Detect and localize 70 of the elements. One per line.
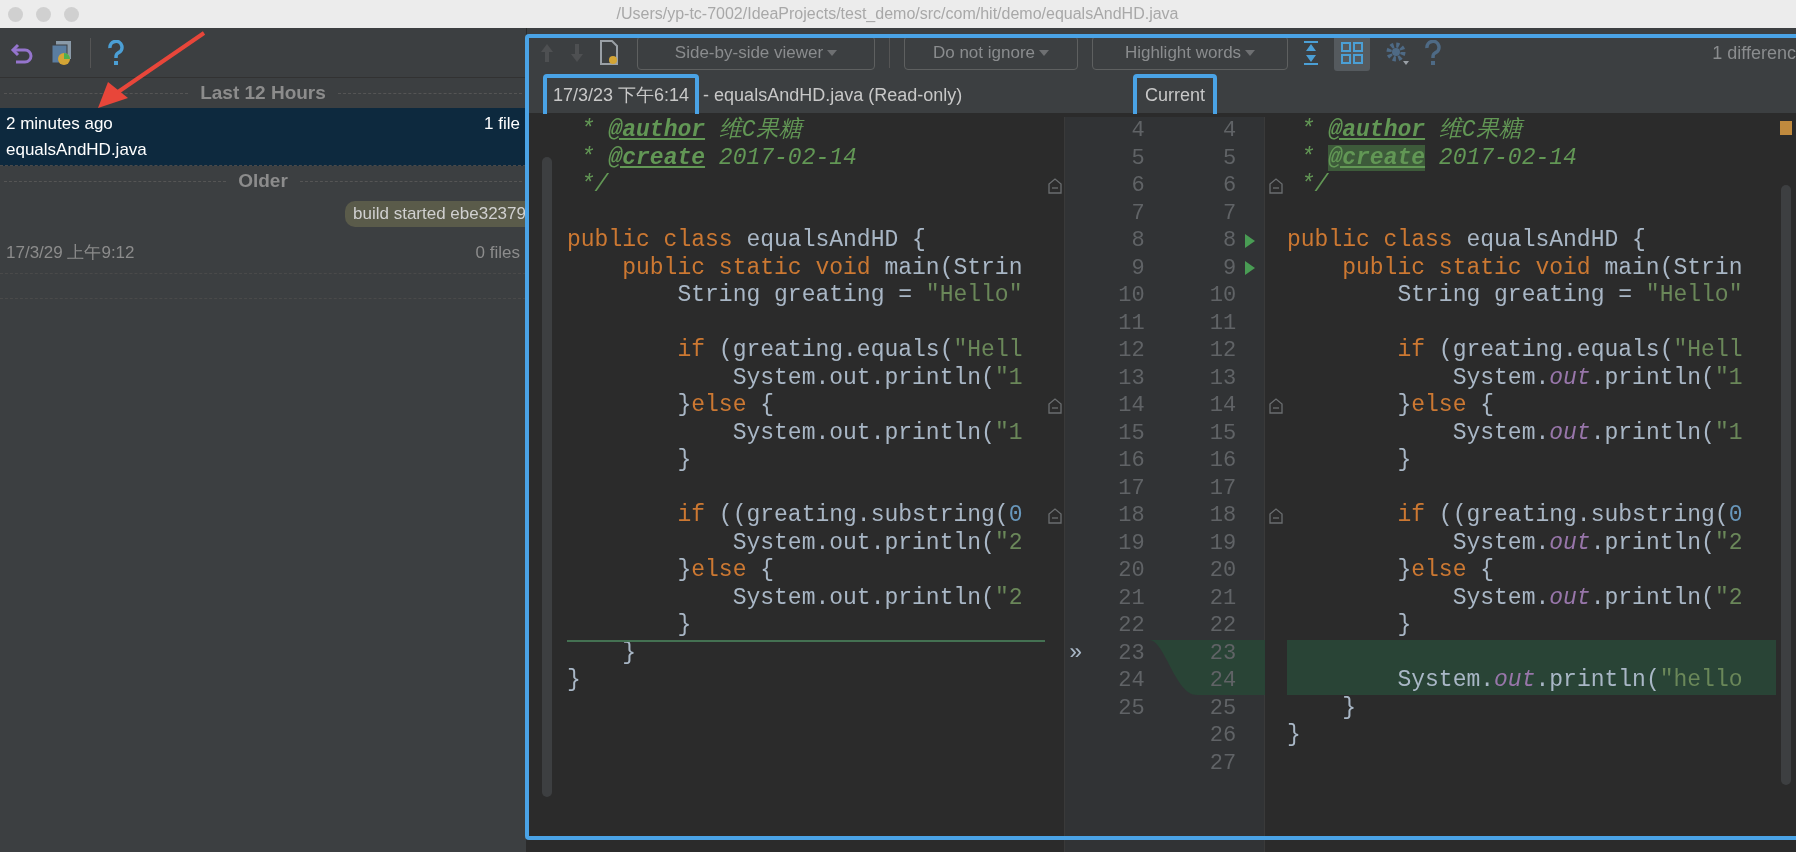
code-line: }else { [1396, 392, 1495, 420]
code-line: if ((greating.substring(0 [676, 502, 1023, 530]
code-line: System.out.println("hello [1396, 667, 1743, 695]
caret-icon [827, 50, 838, 56]
code-line: } [1287, 722, 1301, 750]
code-line: */ [579, 172, 609, 200]
help-icon[interactable] [107, 39, 125, 66]
code-line: public class equalsAndHD { [1287, 227, 1646, 255]
change-mark-icon [1780, 121, 1792, 135]
entry-time: 2 minutes ago [6, 113, 113, 135]
caret-icon [1245, 50, 1256, 56]
code-line: System.out.println("1 [731, 419, 1023, 447]
code-line: System.out.println("1 [1451, 419, 1743, 447]
fold-icon[interactable] [1047, 177, 1062, 194]
code-line: System.out.println("1 [1451, 364, 1743, 392]
fold-icon[interactable] [1269, 177, 1283, 194]
code-line: String greating = "Hello" [676, 282, 1023, 310]
group-header: Older [238, 168, 288, 193]
code-line: if ((greating.substring(0 [1396, 502, 1743, 530]
code-line: }else { [1396, 557, 1495, 585]
entry-time: 17/3/29 上午9:12 [6, 241, 135, 264]
code-line: } [676, 447, 692, 475]
history-entry[interactable]: 2 minutes ago 1 file equalsAndHD.java [0, 108, 526, 166]
code-line: * @create 2017-02-14 [579, 144, 857, 172]
code-line: } [676, 612, 692, 640]
code-line: System.out.println("2 [1451, 584, 1743, 612]
code-line: System.out.println("2 [1451, 529, 1743, 557]
fold-icon[interactable] [1269, 507, 1283, 524]
caret-icon [1039, 50, 1050, 56]
code-line: } [1341, 694, 1356, 722]
code-line: public static void main(Strin [1341, 254, 1743, 282]
viewer-dropdown[interactable]: Side-by-side viewer [637, 36, 875, 70]
code-line: } [567, 667, 581, 695]
undo-icon[interactable] [10, 41, 34, 64]
code-line: public static void main(Strin [621, 254, 1023, 282]
label-badge: build started ebe32379 [345, 201, 526, 227]
code-line: }else { [676, 392, 775, 420]
code-line: public class equalsAndHD { [567, 227, 926, 255]
collapse-icon[interactable] [1302, 40, 1320, 66]
group-header: Last 12 Hours [200, 80, 326, 105]
settings-icon[interactable] [1384, 40, 1410, 66]
pane-date: 17/3/23 下午6:14 [553, 84, 690, 107]
code-line: */ [1299, 172, 1329, 200]
code-line: * @create 2017-02-14 [1299, 144, 1577, 172]
help-icon[interactable] [1424, 40, 1442, 66]
fold-icon[interactable] [1047, 507, 1062, 524]
code-line: System.out.println("1 [731, 364, 1023, 392]
run-icon[interactable] [1244, 232, 1257, 249]
code-line: } [1396, 447, 1412, 475]
file-count: 1 file [484, 113, 520, 135]
file-icon[interactable] [599, 40, 619, 66]
copy-icon[interactable] [50, 39, 74, 66]
run-icon[interactable] [1244, 260, 1257, 277]
file-count: 0 files [475, 241, 520, 264]
code-line: System.out.println("2 [731, 529, 1023, 557]
code-line: }else { [676, 557, 775, 585]
difference-count: 1 differenc [1712, 41, 1796, 65]
entry-file: equalsAndHD.java [6, 138, 148, 161]
history-entry[interactable]: 17/3/29 上午9:12 0 files [0, 232, 526, 274]
code-line: } [1396, 612, 1412, 640]
code-line: if (greating.equals("Hell [676, 337, 1023, 365]
pane-title: Current [1145, 84, 1206, 107]
fold-icon[interactable] [1269, 397, 1283, 414]
code-line: if (greating.equals("Hell [1396, 337, 1743, 365]
window-title: /Users/yp-tc-7002/IdeaProjects/test_demo/src/com/hit/demo/equalsAndHD.java [616, 4, 1179, 24]
fold-icon[interactable] [1047, 397, 1062, 414]
code-line: String greating = "Hello" [1396, 282, 1743, 310]
code-line: System.out.println("2 [731, 584, 1023, 612]
change-marker[interactable]: » [1069, 636, 1083, 670]
pane-title: - equalsAndHD.java (Read-only) [703, 84, 964, 107]
